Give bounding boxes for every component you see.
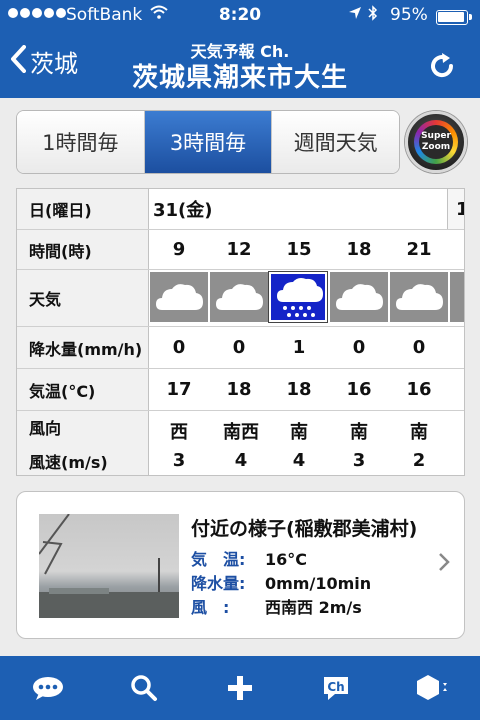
row-day: 日(曜日) 31(金) 1 bbox=[17, 189, 464, 229]
nearby-conditions-card[interactable]: 付近の様子(稲敷郡美浦村) 気 温: 16°C 降水量: 0mm/10min 風 :… bbox=[16, 491, 465, 639]
chevron-right-icon bbox=[438, 552, 450, 578]
row-weather: 天気 bbox=[17, 269, 464, 326]
nearby-temp-value: 16°C bbox=[265, 550, 308, 569]
label-weather: 天気 bbox=[17, 270, 149, 326]
wind-cell: 西3 bbox=[149, 411, 209, 475]
channel-icon: Ch bbox=[324, 677, 348, 700]
nearby-precip-value: 0mm/10min bbox=[265, 574, 372, 593]
temp-cell: 18 bbox=[286, 379, 312, 400]
cloud-icon bbox=[450, 272, 464, 322]
super-zoom-line2: Zoom bbox=[421, 142, 451, 152]
label-wind: 風向 風速(m/s) bbox=[17, 411, 149, 475]
location-arrow-icon bbox=[348, 6, 362, 24]
cloud-icon bbox=[210, 272, 268, 322]
label-precip: 降水量(mm/h) bbox=[17, 327, 149, 368]
label-wind-speed: 風速(m/s) bbox=[29, 453, 108, 472]
day-value: 31(金) bbox=[153, 200, 213, 221]
wind-dir-value: 南西 bbox=[223, 421, 259, 443]
wind-speed-value: 2 bbox=[412, 449, 426, 471]
wind-cell: 南4 bbox=[269, 411, 329, 475]
hour-cell: 12 bbox=[226, 239, 252, 260]
super-zoom-line1: Super bbox=[421, 131, 451, 141]
refresh-button[interactable] bbox=[426, 50, 458, 82]
precip-cell: 0 bbox=[352, 337, 366, 358]
temp-cell: 16 bbox=[406, 379, 432, 400]
wind-speed-value: 4 bbox=[234, 449, 248, 471]
refresh-icon bbox=[431, 53, 454, 78]
battery-percent: 95% bbox=[390, 5, 428, 25]
hour-cell: 9 bbox=[172, 239, 186, 260]
svg-text:Ch: Ch bbox=[327, 680, 344, 694]
bottom-toolbar: Ch bbox=[0, 656, 480, 720]
wind-cell: 南2 bbox=[389, 411, 449, 475]
channel-button[interactable]: Ch bbox=[288, 656, 384, 720]
wind-dir-value: 西 bbox=[170, 421, 188, 443]
live-camera-photo bbox=[39, 514, 179, 618]
nearby-wind-value: 西南西 2m/s bbox=[265, 598, 362, 617]
super-zoom-button[interactable]: Super Zoom bbox=[405, 111, 467, 173]
temp-cell: 16 bbox=[346, 379, 372, 400]
search-icon bbox=[131, 675, 157, 701]
label-temp: 気温(°C) bbox=[17, 369, 149, 410]
nearby-readings: 気 温: 16°C 降水量: 0mm/10min 風 : 西南西 2m/s bbox=[191, 548, 371, 620]
chat-button[interactable] bbox=[0, 656, 96, 720]
forecast-table: 日(曜日) 31(金) 1 時間(時) 9 12 15 18 21 天気 bbox=[16, 188, 465, 476]
label-day: 日(曜日) bbox=[17, 189, 149, 229]
temp-cell: 17 bbox=[166, 379, 192, 400]
nearby-precip-row: 降水量: 0mm/10min bbox=[191, 572, 371, 596]
precip-cell: 0 bbox=[232, 337, 246, 358]
page-title: 茨城県潮来市大生 bbox=[131, 63, 348, 93]
menu-button[interactable] bbox=[384, 656, 480, 720]
bluetooth-icon bbox=[368, 5, 378, 25]
nearby-title: 付近の様子(稲敷郡美浦村) bbox=[191, 518, 418, 540]
chat-icon bbox=[33, 677, 63, 700]
menu-hex-icon bbox=[417, 675, 447, 700]
wind-speed-value: 3 bbox=[352, 449, 366, 471]
nearby-wind-row: 風 : 西南西 2m/s bbox=[191, 596, 371, 620]
hour-cell: 18 bbox=[346, 239, 372, 260]
precip-cell: 0 bbox=[412, 337, 426, 358]
super-zoom-label: Super Zoom bbox=[419, 125, 453, 159]
battery-icon bbox=[436, 10, 472, 25]
nearby-temp-row: 気 温: 16°C bbox=[191, 548, 371, 572]
status-bar: SoftBank 8:20 95% bbox=[0, 0, 480, 32]
rain-icon bbox=[268, 271, 328, 323]
next-day-value: 1 bbox=[447, 189, 464, 229]
hour-cell: 15 bbox=[286, 239, 312, 260]
nearby-wind-label: 風 : bbox=[191, 598, 230, 617]
cloud-icon bbox=[330, 272, 388, 322]
hour-cell: 21 bbox=[406, 239, 432, 260]
add-button[interactable] bbox=[192, 656, 288, 720]
row-temp: 気温(°C) 17 18 18 16 16 bbox=[17, 368, 464, 410]
label-time: 時間(時) bbox=[17, 230, 149, 269]
header-bar: SoftBank 8:20 95% 茨城 天気予報 Ch. 茨城県潮来市大生 bbox=[0, 0, 480, 98]
wind-cell: 南西 4 bbox=[209, 411, 273, 475]
wind-dir-value: 南 bbox=[350, 421, 368, 443]
precip-cell: 0 bbox=[172, 337, 186, 358]
wind-dir-value: 南 bbox=[290, 421, 308, 443]
wind-cell: 南3 bbox=[329, 411, 389, 475]
nearby-temp-label: 気 温: bbox=[191, 550, 246, 569]
label-wind-dir: 風向 bbox=[29, 419, 62, 438]
wind-dir-value: 南 bbox=[410, 421, 428, 443]
add-icon bbox=[228, 676, 252, 700]
temp-cell: 18 bbox=[226, 379, 252, 400]
search-button[interactable] bbox=[96, 656, 192, 720]
precip-cell: 1 bbox=[292, 337, 306, 358]
cloud-icon bbox=[150, 272, 208, 322]
tab-weekly[interactable]: 週間天気 bbox=[272, 111, 399, 173]
cloud-icon bbox=[390, 272, 448, 322]
wind-speed-value: 4 bbox=[292, 449, 306, 471]
tab-3hourly[interactable]: 3時間毎 bbox=[144, 111, 273, 173]
tab-hourly[interactable]: 1時間毎 bbox=[17, 111, 145, 173]
nearby-precip-label: 降水量: bbox=[191, 574, 246, 593]
interval-tabs: 1時間毎 3時間毎 週間天気 bbox=[16, 110, 400, 174]
wind-speed-value: 3 bbox=[172, 449, 186, 471]
row-time: 時間(時) 9 12 15 18 21 bbox=[17, 229, 464, 269]
row-wind: 風向 風速(m/s) 西3 南西 4 南4 南3 南2 bbox=[17, 410, 464, 475]
row-precip: 降水量(mm/h) 0 0 1 0 0 bbox=[17, 326, 464, 368]
